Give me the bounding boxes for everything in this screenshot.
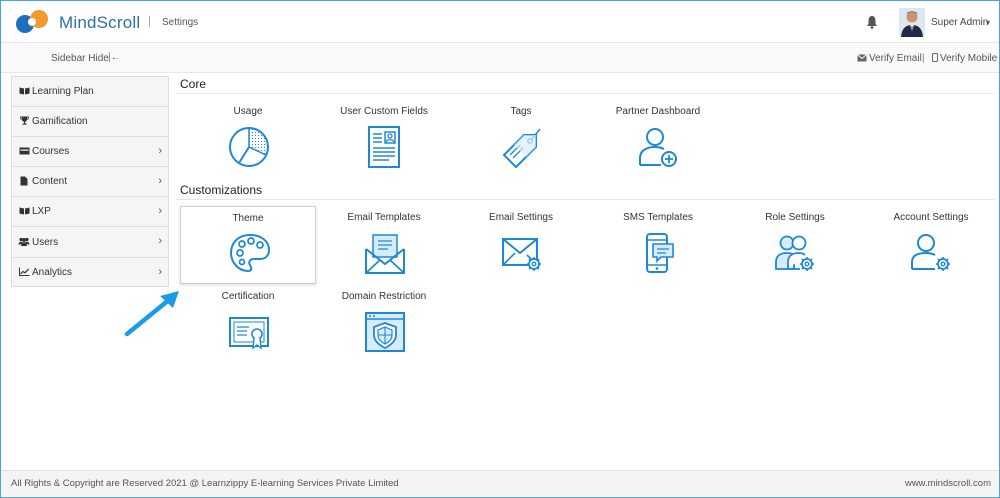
section-divider: [176, 93, 994, 94]
sidebar-item-label: Gamification: [32, 116, 88, 128]
tile-email-settings[interactable]: Email Settings: [453, 206, 589, 284]
tile-label: Certification: [221, 291, 275, 302]
certificate-icon: [229, 317, 269, 350]
tile-user-custom-fields[interactable]: User Custom Fields: [316, 100, 452, 178]
mindscroll-logo-icon[interactable]: [13, 9, 57, 35]
sidebar-item-users[interactable]: Users ›: [12, 227, 168, 258]
avatar[interactable]: [899, 8, 925, 37]
verify-mobile-link[interactable]: Verify Mobile: [932, 53, 997, 64]
annotation-arrow-icon: [124, 291, 179, 337]
profile-form-icon: [368, 126, 400, 168]
tile-email-templates[interactable]: Email Templates: [316, 206, 452, 284]
sidebar: Learning Plan Gamification Courses › Con…: [11, 76, 169, 287]
chevron-down-icon[interactable]: ▾: [986, 18, 990, 27]
tile-usage[interactable]: Usage: [180, 100, 316, 178]
tile-account-settings[interactable]: Account Settings: [863, 206, 999, 284]
sidebar-item-learning-plan[interactable]: Learning Plan: [12, 77, 168, 108]
tile-sms-templates[interactable]: SMS Templates: [590, 206, 726, 284]
footer-copyright: All Rights & Copyright are Reserved 2021…: [11, 478, 399, 489]
sidebar-item-label: Analytics: [32, 267, 73, 279]
sms-template-icon: [646, 233, 674, 273]
verify-email-link[interactable]: Verify Email: [857, 53, 922, 64]
tile-label: Email Settings: [489, 212, 553, 223]
tile-label: Account Settings: [893, 212, 969, 223]
section-divider: [176, 199, 994, 200]
mobile-icon: [932, 53, 938, 62]
tile-role-settings[interactable]: Role Settings: [727, 206, 863, 284]
section-title-core: Core: [180, 77, 207, 91]
email-settings-icon: [502, 238, 541, 271]
sidebar-item-label: Users: [32, 236, 59, 248]
user-name[interactable]: Super Admin: [931, 17, 988, 28]
chevron-right-icon[interactable]: ›: [158, 205, 162, 217]
sub-bar: Sidebar Hide |← Verify Email | Verify Mo…: [1, 43, 999, 73]
chevron-right-icon[interactable]: ›: [158, 266, 162, 278]
card-icon: [18, 147, 30, 157]
tile-theme[interactable]: Theme: [180, 206, 316, 284]
book-icon: [18, 87, 30, 97]
sidebar-hide-toggle[interactable]: Sidebar Hide: [51, 53, 109, 64]
sidebar-item-label: Learning Plan: [32, 86, 94, 98]
sidebar-item-analytics[interactable]: Analytics ›: [12, 258, 168, 288]
tile-label: SMS Templates: [623, 212, 693, 223]
chevron-right-icon[interactable]: ›: [158, 235, 162, 247]
user-add-icon: [639, 128, 677, 167]
bell-icon[interactable]: [866, 15, 878, 29]
tile-tags[interactable]: Tags: [453, 100, 589, 178]
top-bar: MindScroll | Settings Super Admin ▾: [1, 1, 999, 43]
sidebar-item-label: Courses: [32, 146, 70, 158]
trophy-icon: [18, 116, 30, 127]
sidebar-item-label: Content: [32, 176, 68, 188]
sidebar-item-lxp[interactable]: LXP ›: [12, 197, 168, 228]
tile-label: Role Settings: [765, 212, 825, 223]
footer: All Rights & Copyright are Reserved 2021…: [1, 470, 999, 496]
palette-icon: [229, 233, 271, 273]
file-icon: [18, 176, 30, 188]
sidebar-item-gamification[interactable]: Gamification: [12, 107, 168, 138]
sidebar-item-content[interactable]: Content ›: [12, 167, 168, 198]
email-template-icon: [365, 234, 405, 274]
tag-icon: [503, 128, 541, 168]
account-settings-icon: [911, 234, 950, 271]
verify-email-label: Verify Email: [869, 53, 922, 64]
verify-mobile-label: Verify Mobile: [940, 53, 998, 64]
tile-partner-dashboard[interactable]: Partner Dashboard: [590, 100, 726, 178]
tile-label: Usage: [233, 106, 263, 117]
chart-icon: [18, 267, 30, 278]
tile-label: Partner Dashboard: [615, 106, 701, 117]
tile-label: Tags: [510, 106, 532, 117]
section-title-customizations: Customizations: [180, 183, 263, 197]
tile-label: Theme: [232, 213, 264, 224]
brand-name[interactable]: MindScroll: [59, 13, 140, 33]
footer-website-link[interactable]: www.mindscroll.com: [905, 478, 991, 489]
tile-label: Email Templates: [347, 212, 421, 223]
header-separator: |: [148, 15, 151, 27]
sidebar-item-courses[interactable]: Courses ›: [12, 137, 168, 168]
verify-separator: |: [922, 53, 925, 64]
book-icon: [18, 207, 30, 217]
role-settings-icon: [775, 235, 814, 271]
tile-label: Domain Restriction: [341, 291, 427, 302]
users-icon: [18, 237, 30, 248]
tile-certification[interactable]: Certification: [180, 285, 316, 363]
pie-chart-icon: [229, 127, 269, 167]
chevron-right-icon[interactable]: ›: [158, 145, 162, 157]
collapse-left-icon[interactable]: |←: [108, 52, 121, 63]
chevron-right-icon[interactable]: ›: [158, 175, 162, 187]
envelope-icon: [857, 54, 867, 62]
domain-shield-icon: [365, 312, 405, 352]
page-breadcrumb: Settings: [162, 17, 199, 28]
sidebar-item-label: LXP: [32, 206, 51, 218]
tile-label: User Custom Fields: [340, 106, 428, 117]
tile-domain-restriction[interactable]: Domain Restriction: [316, 285, 452, 363]
